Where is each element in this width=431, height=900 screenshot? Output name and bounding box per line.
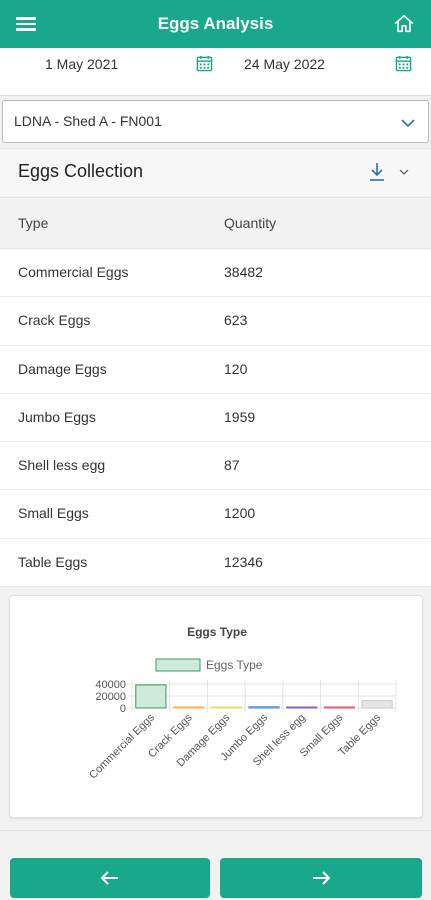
chevron-down-icon[interactable] — [397, 165, 411, 179]
legend-label: Eggs Type — [206, 658, 263, 672]
table-row: Crack Eggs 623 — [0, 297, 431, 346]
start-date-value: 1 May 2021 — [45, 56, 119, 72]
back-button[interactable] — [10, 858, 210, 898]
y-tick-label: 40000 — [95, 679, 126, 691]
home-icon[interactable] — [393, 13, 415, 35]
download-icon[interactable] — [367, 161, 387, 183]
table-header: Type Quantity — [0, 197, 431, 249]
row-quantity: 12346 — [224, 553, 263, 570]
row-type: Shell less egg — [18, 457, 106, 474]
row-quantity: 1200 — [224, 505, 256, 522]
location-select-value: LDNA - Shed A - FN001 — [14, 113, 162, 129]
table-row: Jumbo Eggs 1959 — [0, 394, 431, 443]
start-date[interactable]: 1 May 2021 — [45, 56, 118, 74]
calendar-icon[interactable] — [395, 55, 412, 72]
bottom-nav — [0, 830, 431, 900]
bar — [286, 706, 318, 709]
column-header-quantity: Quantity — [224, 215, 277, 231]
date-range-bar: 1 May 2021 24 May 2022 — [0, 48, 431, 96]
row-type: Commercial Eggs — [18, 264, 129, 280]
row-quantity: 1959 — [224, 408, 256, 425]
row-quantity: 38482 — [224, 264, 263, 280]
arrow-right-icon — [313, 871, 331, 885]
eggs-type-chart: Eggs Type Eggs Type 40000200000Commercial … — [87, 625, 397, 782]
row-quantity: 87 — [224, 457, 240, 474]
row-quantity: 623 — [224, 312, 248, 329]
section-title: Eggs Collection — [18, 161, 144, 181]
table-row: Commercial Eggs 38482 — [0, 249, 431, 298]
legend-swatch — [155, 658, 201, 672]
column-header-type: Type — [18, 215, 49, 231]
end-date[interactable]: 24 May 2022 — [244, 56, 325, 74]
row-type: Damage Eggs — [18, 360, 107, 377]
row-type: Crack Eggs — [18, 312, 91, 329]
bar — [248, 706, 280, 709]
app-header: Eggs Analysis — [0, 0, 431, 48]
chart-title: Eggs Type — [187, 625, 247, 639]
row-type: Jumbo Eggs — [18, 408, 96, 425]
eggs-collection-header: Eggs Collection — [0, 148, 431, 196]
table-row: Shell less egg 87 — [0, 442, 431, 491]
table-row: Damage Eggs 120 — [0, 346, 431, 394]
bar — [172, 706, 205, 709]
bar — [210, 706, 242, 709]
row-quantity: 120 — [224, 360, 248, 377]
bar — [323, 706, 356, 709]
table-row: Small Eggs 1200 — [0, 490, 431, 539]
table-row: Table Eggs 12346 — [0, 539, 431, 588]
page-title: Eggs Analysis — [157, 14, 274, 33]
arrow-left-icon — [100, 871, 118, 885]
y-tick-label: 20000 — [95, 691, 126, 703]
table-body: Commercial Eggs 38482 Crack Eggs 623 Dam… — [0, 249, 431, 588]
bar — [135, 684, 167, 709]
end-date-value: 24 May 2022 — [244, 56, 325, 72]
x-tick-label: Commercial Eggs — [87, 711, 157, 781]
row-type: Table Eggs — [18, 553, 88, 570]
bar — [361, 700, 393, 709]
chart-card: Eggs Type Eggs Type 40000 20000 0 Commercial … — [9, 595, 423, 818]
calendar-icon[interactable] — [196, 55, 213, 72]
next-button[interactable] — [220, 858, 422, 898]
chevron-down-icon — [401, 119, 415, 128]
y-tick-label: 0 — [120, 703, 126, 715]
location-select[interactable]: LDNA - Shed A - FN001 — [2, 100, 429, 143]
row-type: Small Eggs — [18, 505, 89, 522]
